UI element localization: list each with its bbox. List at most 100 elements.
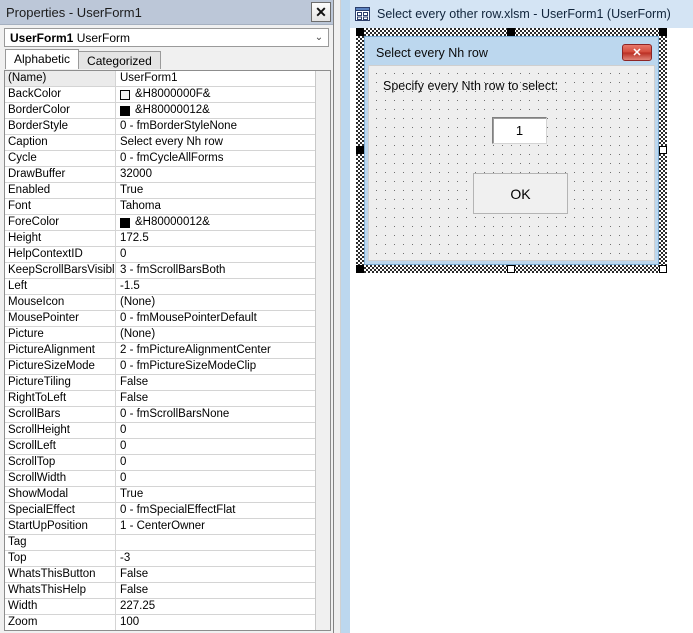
property-row[interactable]: ForeColor&H80000012&: [5, 215, 315, 231]
property-row[interactable]: RightToLeftFalse: [5, 391, 315, 407]
property-row[interactable]: BorderStyle0 - fmBorderStyleNone: [5, 119, 315, 135]
property-value[interactable]: 3 - fmScrollBarsBoth: [116, 263, 315, 278]
property-value[interactable]: 0 - fmCycleAllForms: [116, 151, 315, 166]
property-value[interactable]: 0: [116, 423, 315, 438]
property-row[interactable]: ScrollLeft0: [5, 439, 315, 455]
property-row[interactable]: Left-1.5: [5, 279, 315, 295]
property-value[interactable]: &H80000012&: [116, 103, 315, 118]
property-row[interactable]: FontTahoma: [5, 199, 315, 215]
ok-button[interactable]: OK: [473, 173, 568, 214]
resize-handle-top-left[interactable]: [356, 28, 364, 36]
property-value[interactable]: (None): [116, 295, 315, 310]
property-name: MouseIcon: [5, 295, 116, 310]
property-row[interactable]: PictureTilingFalse: [5, 375, 315, 391]
mdi-left-strip: [341, 0, 350, 633]
property-row[interactable]: CaptionSelect every Nh row: [5, 135, 315, 151]
property-value[interactable]: False: [116, 391, 315, 406]
property-row[interactable]: (Name)UserForm1: [5, 71, 315, 87]
property-value[interactable]: 0: [116, 247, 315, 262]
resize-handle-bottom-center[interactable]: [507, 265, 515, 273]
property-value[interactable]: Tahoma: [116, 199, 315, 214]
chevron-down-icon[interactable]: ⌄: [312, 33, 326, 43]
property-row[interactable]: Tag: [5, 535, 315, 551]
property-row[interactable]: DrawBuffer32000: [5, 167, 315, 183]
property-value[interactable]: 0: [116, 455, 315, 470]
property-value[interactable]: True: [116, 183, 315, 198]
property-row[interactable]: HelpContextID0: [5, 247, 315, 263]
property-value[interactable]: False: [116, 375, 315, 390]
property-value[interactable]: 100: [116, 615, 315, 630]
property-value[interactable]: [116, 535, 315, 550]
property-value[interactable]: True: [116, 487, 315, 502]
property-row[interactable]: MouseIcon(None): [5, 295, 315, 311]
nth-row-input[interactable]: 1: [492, 117, 547, 144]
property-value[interactable]: 0 - fmPictureSizeModeClip: [116, 359, 315, 374]
property-value[interactable]: 32000: [116, 167, 315, 182]
property-value[interactable]: 0: [116, 439, 315, 454]
resize-handle-top-right[interactable]: [659, 28, 667, 36]
object-selector-value: UserForm1 UserForm: [10, 31, 312, 45]
property-row[interactable]: ScrollWidth0: [5, 471, 315, 487]
properties-scrollbar[interactable]: [315, 71, 330, 630]
property-row[interactable]: MousePointer0 - fmMousePointerDefault: [5, 311, 315, 327]
tab-categorized[interactable]: Categorized: [78, 51, 161, 69]
property-value[interactable]: 2 - fmPictureAlignmentCenter: [116, 343, 315, 358]
property-row[interactable]: BorderColor&H80000012&: [5, 103, 315, 119]
userform-close-icon[interactable]: ✕: [622, 44, 652, 61]
property-row[interactable]: PictureSizeMode0 - fmPictureSizeModeClip: [5, 359, 315, 375]
property-row[interactable]: ScrollTop0: [5, 455, 315, 471]
property-name: BackColor: [5, 87, 116, 102]
property-value[interactable]: Select every Nh row: [116, 135, 315, 150]
property-name: Height: [5, 231, 116, 246]
userform-icon: [355, 7, 370, 21]
properties-tabs: Alphabetic Categorized: [0, 49, 333, 69]
property-name: Font: [5, 199, 116, 214]
property-value[interactable]: 0: [116, 471, 315, 486]
userform-canvas[interactable]: Specify every Nth row to select: 1 OK: [368, 65, 655, 261]
resize-handle-bottom-right[interactable]: [659, 265, 667, 273]
property-row[interactable]: ShowModalTrue: [5, 487, 315, 503]
property-value[interactable]: False: [116, 567, 315, 582]
property-value[interactable]: 0 - fmScrollBarsNone: [116, 407, 315, 422]
tab-alphabetic[interactable]: Alphabetic: [5, 49, 79, 69]
property-row[interactable]: Height172.5: [5, 231, 315, 247]
resize-handle-middle-left[interactable]: [356, 146, 364, 154]
property-value[interactable]: 1 - CenterOwner: [116, 519, 315, 534]
property-row[interactable]: SpecialEffect0 - fmSpecialEffectFlat: [5, 503, 315, 519]
close-icon[interactable]: ✕: [311, 2, 331, 22]
property-row[interactable]: EnabledTrue: [5, 183, 315, 199]
property-row[interactable]: Zoom100: [5, 615, 315, 630]
property-value[interactable]: 0 - fmMousePointerDefault: [116, 311, 315, 326]
property-value[interactable]: (None): [116, 327, 315, 342]
property-value[interactable]: -3: [116, 551, 315, 566]
property-row[interactable]: Cycle0 - fmCycleAllForms: [5, 151, 315, 167]
property-row[interactable]: KeepScrollBarsVisible3 - fmScrollBarsBot…: [5, 263, 315, 279]
property-row[interactable]: StartUpPosition1 - CenterOwner: [5, 519, 315, 535]
property-value[interactable]: &H8000000F&: [116, 87, 315, 102]
property-row[interactable]: ScrollHeight0: [5, 423, 315, 439]
property-name: ScrollTop: [5, 455, 116, 470]
property-row[interactable]: BackColor&H8000000F&: [5, 87, 315, 103]
property-value[interactable]: 172.5: [116, 231, 315, 246]
property-row[interactable]: PictureAlignment2 - fmPictureAlignmentCe…: [5, 343, 315, 359]
userform[interactable]: Select every Nh row ✕ Specify every Nth …: [364, 36, 659, 265]
resize-handle-top-center[interactable]: [507, 28, 515, 36]
property-row[interactable]: ScrollBars0 - fmScrollBarsNone: [5, 407, 315, 423]
resize-handle-middle-right[interactable]: [659, 146, 667, 154]
property-value[interactable]: False: [116, 583, 315, 598]
property-value[interactable]: 0 - fmSpecialEffectFlat: [116, 503, 315, 518]
property-value[interactable]: &H80000012&: [116, 215, 315, 230]
property-row[interactable]: WhatsThisButtonFalse: [5, 567, 315, 583]
property-value[interactable]: 227.25: [116, 599, 315, 614]
property-value[interactable]: UserForm1: [116, 71, 315, 86]
property-value[interactable]: -1.5: [116, 279, 315, 294]
property-value-text: (None): [120, 327, 155, 342]
property-row[interactable]: WhatsThisHelpFalse: [5, 583, 315, 599]
pane-divider[interactable]: [334, 0, 341, 633]
property-row[interactable]: Top-3: [5, 551, 315, 567]
resize-handle-bottom-left[interactable]: [356, 265, 364, 273]
property-row[interactable]: Picture(None): [5, 327, 315, 343]
property-row[interactable]: Width227.25: [5, 599, 315, 615]
object-selector-combo[interactable]: UserForm1 UserForm ⌄: [4, 28, 329, 47]
property-value[interactable]: 0 - fmBorderStyleNone: [116, 119, 315, 134]
